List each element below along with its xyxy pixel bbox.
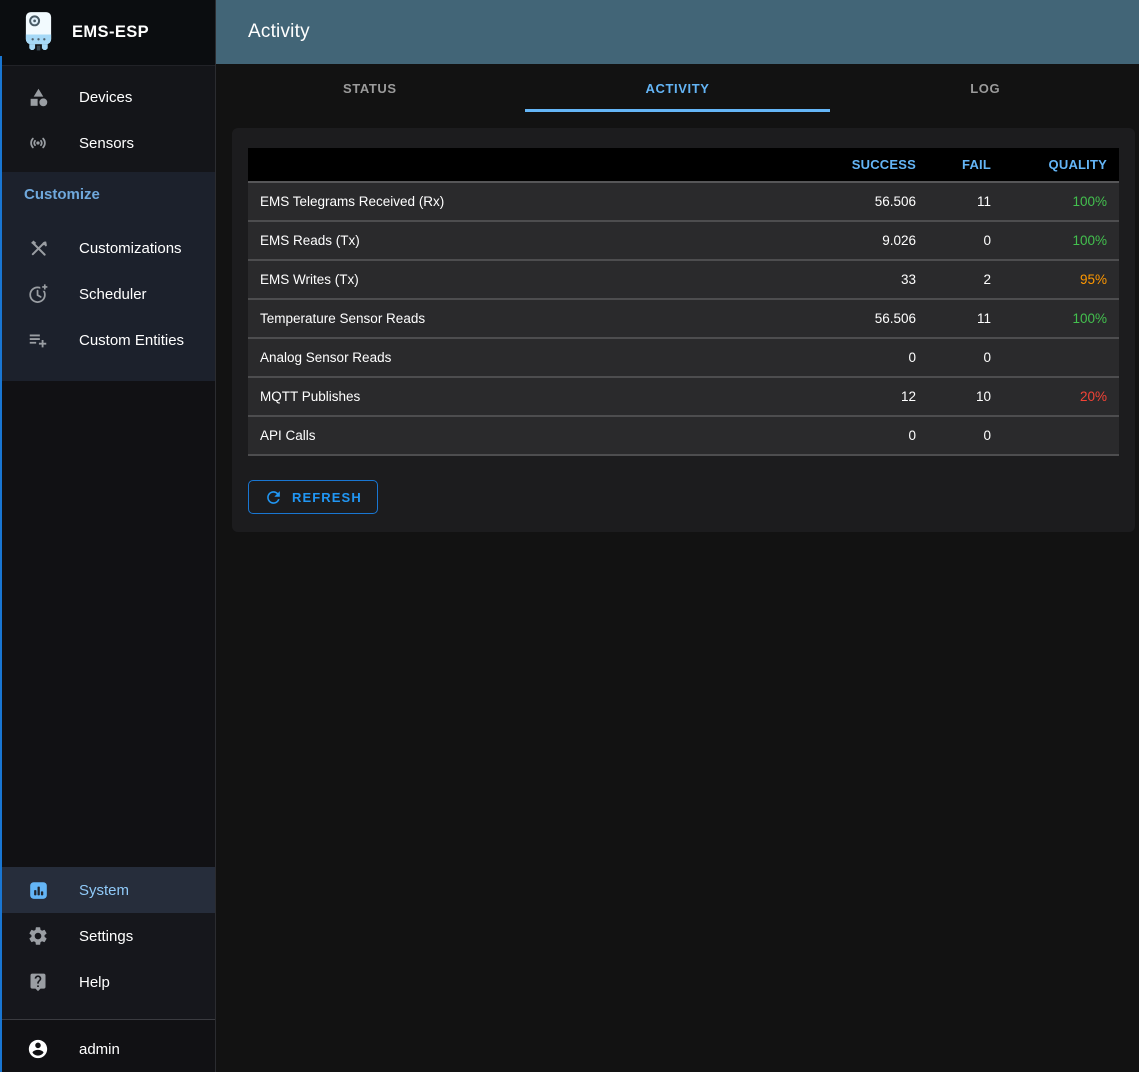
sidebar-item-label: Sensors xyxy=(79,135,134,152)
row-success: 0 xyxy=(812,416,932,455)
row-fail: 11 xyxy=(932,182,1007,221)
boiler-logo-icon xyxy=(22,11,55,54)
analytics-icon xyxy=(27,879,49,901)
refresh-icon xyxy=(264,488,283,507)
sidebar-item-sensors[interactable]: Sensors xyxy=(0,120,215,166)
row-success: 12 xyxy=(812,377,932,416)
row-label: API Calls xyxy=(248,416,812,455)
row-fail: 2 xyxy=(932,260,1007,299)
sensors-icon xyxy=(27,132,49,154)
logo-area: EMS-ESP xyxy=(0,0,215,66)
tab-status[interactable]: STATUS xyxy=(216,64,524,112)
sidebar-nav-bottom: System Settings Help xyxy=(0,867,215,1019)
main-content: Activity STATUS ACTIVITY LOG SUCCESS FAI… xyxy=(216,0,1139,1072)
row-success: 33 xyxy=(812,260,932,299)
construction-icon xyxy=(27,237,49,259)
sidebar-item-devices[interactable]: Devices xyxy=(0,74,215,120)
row-fail: 0 xyxy=(932,416,1007,455)
table-row: EMS Telegrams Received (Rx)56.50611100% xyxy=(248,182,1119,221)
row-quality: 100% xyxy=(1007,182,1119,221)
row-quality xyxy=(1007,416,1119,455)
page-title: Activity xyxy=(248,21,310,43)
activity-table-header: SUCCESS FAIL QUALITY xyxy=(248,148,1119,182)
sidebar-item-label: Scheduler xyxy=(79,286,147,303)
app-title: EMS-ESP xyxy=(72,23,149,42)
row-fail: 10 xyxy=(932,377,1007,416)
sidebar-item-custom-entities[interactable]: Custom Entities xyxy=(0,317,215,363)
row-fail: 11 xyxy=(932,299,1007,338)
sidebar-item-label: Custom Entities xyxy=(79,332,184,349)
row-quality xyxy=(1007,338,1119,377)
sidebar-item-system[interactable]: System xyxy=(0,867,215,913)
table-row: MQTT Publishes121020% xyxy=(248,377,1119,416)
sidebar-item-label: Devices xyxy=(79,89,132,106)
refresh-button-label: REFRESH xyxy=(292,490,362,505)
col-success: SUCCESS xyxy=(812,148,932,182)
sidebar-item-label: Settings xyxy=(79,928,133,945)
customize-section-header: Customize xyxy=(0,172,215,225)
sidebar-spacer xyxy=(0,381,215,867)
category-icon xyxy=(27,86,49,108)
tab-log[interactable]: LOG xyxy=(831,64,1139,112)
row-label: EMS Reads (Tx) xyxy=(248,221,812,260)
sidebar-item-settings[interactable]: Settings xyxy=(0,913,215,959)
row-quality: 100% xyxy=(1007,221,1119,260)
account-icon xyxy=(27,1038,49,1060)
sidebar-item-label: System xyxy=(79,882,129,899)
sidebar-item-label: Help xyxy=(79,974,110,991)
row-quality: 100% xyxy=(1007,299,1119,338)
tab-bar: STATUS ACTIVITY LOG xyxy=(216,64,1139,112)
row-success: 56.506 xyxy=(812,299,932,338)
activity-panel: SUCCESS FAIL QUALITY EMS Telegrams Recei… xyxy=(232,128,1135,532)
window-edge-highlight xyxy=(0,56,2,1072)
table-row: API Calls00 xyxy=(248,416,1119,455)
row-label: EMS Writes (Tx) xyxy=(248,260,812,299)
sidebar-item-help[interactable]: Help xyxy=(0,959,215,1005)
activity-table-body: EMS Telegrams Received (Rx)56.50611100%E… xyxy=(248,182,1119,455)
sidebar-item-scheduler[interactable]: Scheduler xyxy=(0,271,215,317)
playlist-add-icon xyxy=(27,329,49,351)
row-label: EMS Telegrams Received (Rx) xyxy=(248,182,812,221)
help-icon xyxy=(27,971,49,993)
gear-icon xyxy=(27,925,49,947)
row-fail: 0 xyxy=(932,221,1007,260)
row-success: 0 xyxy=(812,338,932,377)
col-quality: QUALITY xyxy=(1007,148,1119,182)
more-time-icon xyxy=(27,283,49,305)
table-row: Temperature Sensor Reads56.50611100% xyxy=(248,299,1119,338)
col-fail: FAIL xyxy=(932,148,1007,182)
row-success: 56.506 xyxy=(812,182,932,221)
table-row: EMS Reads (Tx)9.0260100% xyxy=(248,221,1119,260)
ems-esp-app: EMS-ESP Devices xyxy=(0,0,1139,1072)
sidebar: EMS-ESP Devices xyxy=(0,0,216,1072)
sidebar-nav-top: Devices Sensors xyxy=(0,66,215,172)
row-fail: 0 xyxy=(932,338,1007,377)
row-quality: 95% xyxy=(1007,260,1119,299)
row-quality: 20% xyxy=(1007,377,1119,416)
customize-section: Customize Customizations xyxy=(0,172,215,381)
sidebar-item-admin[interactable]: admin xyxy=(0,1026,215,1072)
row-label: Analog Sensor Reads xyxy=(248,338,812,377)
row-success: 9.026 xyxy=(812,221,932,260)
table-row: EMS Writes (Tx)33295% xyxy=(248,260,1119,299)
admin-area: admin xyxy=(0,1020,215,1072)
table-row: Analog Sensor Reads00 xyxy=(248,338,1119,377)
admin-username: admin xyxy=(79,1041,120,1058)
sidebar-item-label: Customizations xyxy=(79,240,182,257)
col-name xyxy=(248,148,812,182)
activity-table: SUCCESS FAIL QUALITY EMS Telegrams Recei… xyxy=(248,148,1119,456)
refresh-button[interactable]: REFRESH xyxy=(248,480,378,514)
appbar: Activity xyxy=(216,0,1139,64)
row-label: MQTT Publishes xyxy=(248,377,812,416)
sidebar-item-customizations[interactable]: Customizations xyxy=(0,225,215,271)
tab-activity[interactable]: ACTIVITY xyxy=(524,64,832,112)
row-label: Temperature Sensor Reads xyxy=(248,299,812,338)
